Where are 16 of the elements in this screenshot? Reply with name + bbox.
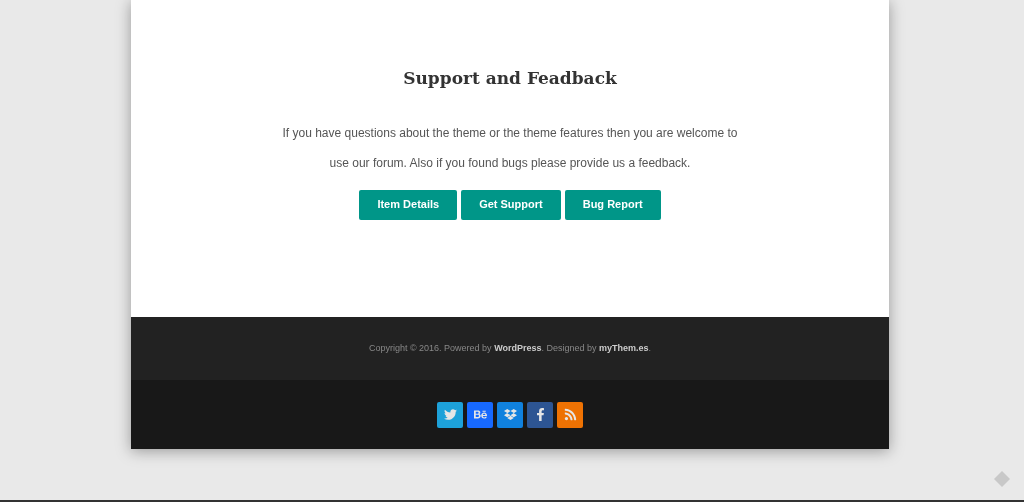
copyright-text: Copyright © 2016. Powered by WordPress. Designed by myThem.es. bbox=[368, 341, 652, 355]
section-title: Support and Feadback bbox=[403, 67, 617, 90]
bird-icon bbox=[443, 408, 457, 421]
behance-icon bbox=[473, 408, 487, 421]
footer-link[interactable]: myThem.es bbox=[599, 342, 649, 353]
social-link[interactable] bbox=[497, 401, 523, 428]
social-link[interactable] bbox=[557, 401, 583, 428]
social-link[interactable] bbox=[437, 401, 463, 428]
link-button[interactable]: Item Details bbox=[359, 189, 458, 220]
link-button[interactable]: Bug Report bbox=[564, 189, 661, 220]
social-link[interactable] bbox=[467, 401, 493, 428]
social-link[interactable] bbox=[527, 401, 553, 428]
rss-icon bbox=[563, 408, 577, 421]
dropbox-icon bbox=[503, 408, 517, 421]
link-button[interactable]: Get Support bbox=[461, 189, 561, 220]
section-text: If you have questions about the theme or the theme features then you are welcome to use our forum. Also if you found bugs please provide us a feedback. bbox=[281, 124, 739, 172]
